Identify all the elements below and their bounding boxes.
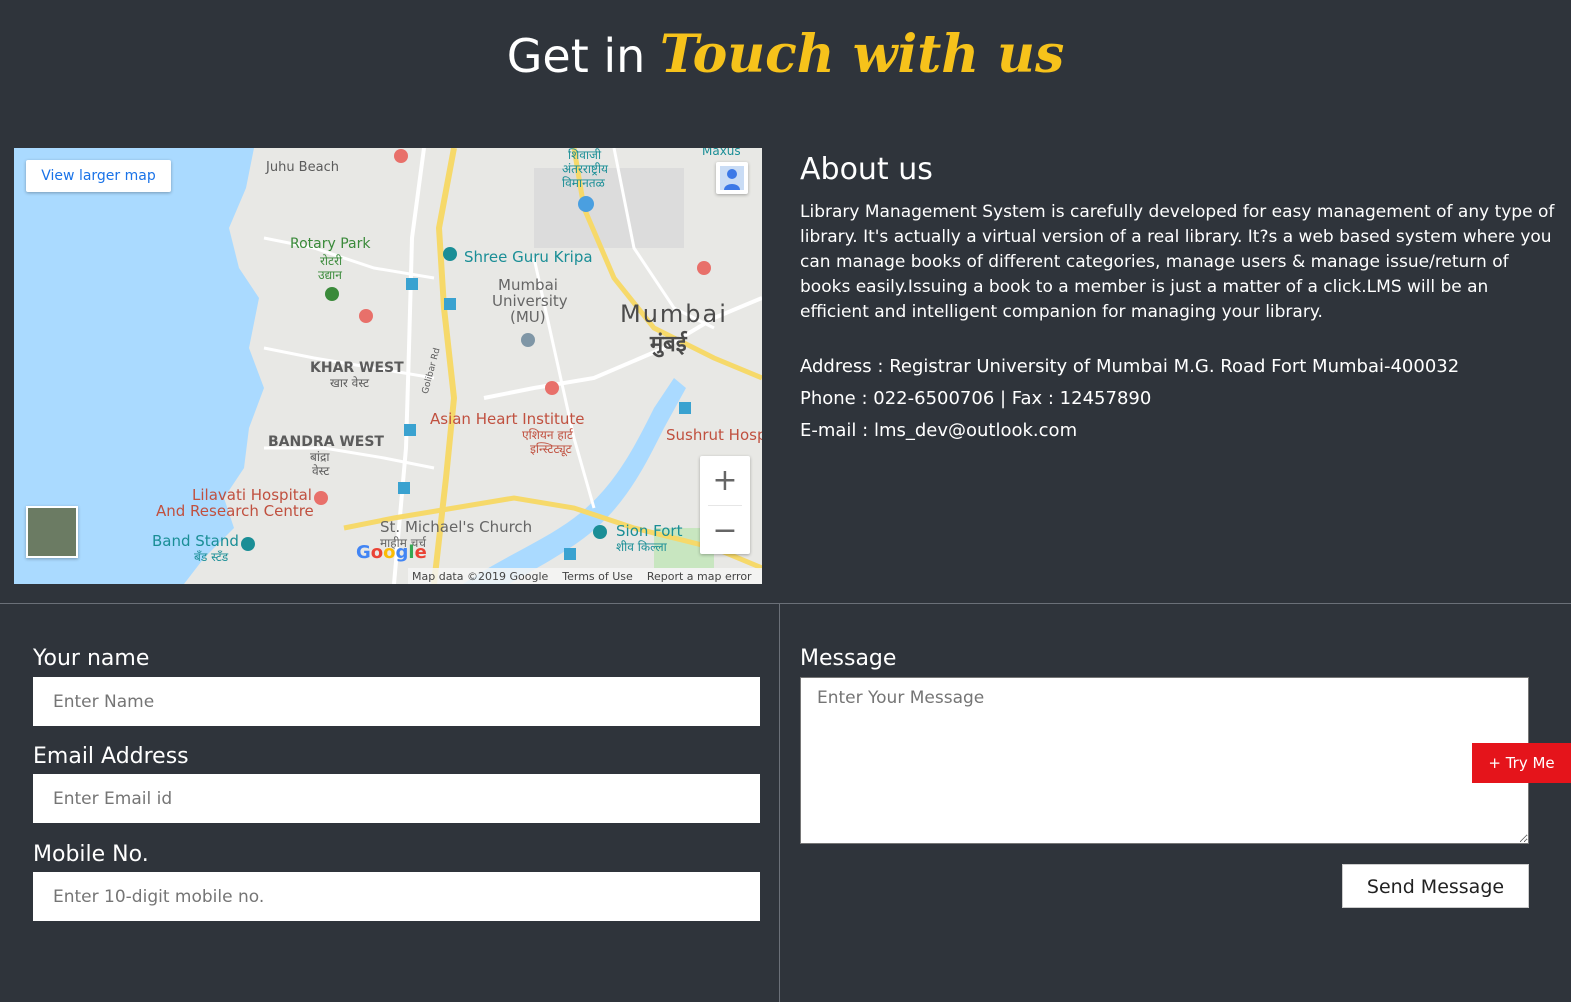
report-map-error-link[interactable]: Report a map error <box>647 570 752 583</box>
map-label-mumbai-hi: मुंबई <box>650 332 687 357</box>
name-label: Your name <box>33 646 150 671</box>
contact-info: Address : Registrar University of Mumbai… <box>800 351 1560 447</box>
map-label-asian-heart-hi-2: इन्स्टिट्यूट <box>530 442 572 456</box>
name-input[interactable] <box>33 677 760 726</box>
map-label-khar-west-hi: खार वेस्ट <box>330 376 370 390</box>
map-label-maxus: Maxus <box>702 148 741 158</box>
map-label-band-stand-hi: बँड स्टँड <box>194 550 229 564</box>
email-label: Email Address <box>33 744 189 769</box>
map-label-juhu-beach: Juhu Beach <box>266 160 339 175</box>
section-divider-horizontal <box>0 603 1571 604</box>
mobile-label: Mobile No. <box>33 842 149 867</box>
satellite-toggle-button[interactable] <box>26 506 78 558</box>
map-label-shree-guru-kripa: Shree Guru Kripa <box>464 248 593 266</box>
map-label-mumbai: Mumbai <box>620 300 728 328</box>
title-accent: Touch with us <box>659 24 1065 85</box>
title-plain: Get in <box>506 29 646 83</box>
terms-of-use-link[interactable]: Terms of Use <box>562 570 633 583</box>
view-larger-map-link[interactable]: View larger map <box>26 160 171 192</box>
about-section: About us Library Management System is ca… <box>800 152 1560 447</box>
map-label-rotary-park: Rotary Park <box>290 236 371 252</box>
map-label-rotary-hi-2: उद्यान <box>318 268 342 282</box>
section-divider-vertical <box>779 603 780 1002</box>
map-label-sion-fort-hi: शीव किल्ला <box>616 540 667 554</box>
contact-phone: Phone : 022-6500706 | Fax : 12457890 <box>800 388 1152 409</box>
google-logo: Google <box>356 542 427 563</box>
about-title: About us <box>800 152 933 187</box>
message-textarea[interactable] <box>800 677 1529 844</box>
map-label-airport-3: विमानतळ <box>562 176 605 190</box>
map-label-lilavati-2: And Research Centre <box>156 502 314 520</box>
embedded-map[interactable]: View larger map Juhu Beach Maxus शिवाजी … <box>14 148 762 584</box>
map-footer: Map data ©2019 Google Terms of Use Repor… <box>408 568 762 584</box>
try-me-button[interactable]: + Try Me <box>1472 743 1571 783</box>
zoom-control: + − <box>700 456 750 554</box>
zoom-out-button[interactable]: − <box>700 506 750 555</box>
email-input[interactable] <box>33 774 760 823</box>
about-description: Library Management System is carefully d… <box>800 202 1555 322</box>
message-label: Message <box>800 646 897 671</box>
mobile-input[interactable] <box>33 872 760 921</box>
map-label-sushrut: Sushrut Hosp <box>666 426 762 444</box>
map-label-bandra-hi-2: वेस्ट <box>312 464 330 478</box>
contact-email: E-mail : lms_dev@outlook.com <box>800 420 1078 441</box>
street-view-pegman-icon[interactable] <box>716 162 748 194</box>
page-title: Get in Touch with us <box>0 24 1571 87</box>
contact-address: Address : Registrar University of Mumbai… <box>800 356 1460 377</box>
map-data-credit: Map data ©2019 Google <box>412 569 549 583</box>
map-label-mu-3: (MU) <box>510 308 546 326</box>
zoom-in-button[interactable]: + <box>700 456 750 505</box>
send-message-button[interactable]: Send Message <box>1342 864 1529 908</box>
